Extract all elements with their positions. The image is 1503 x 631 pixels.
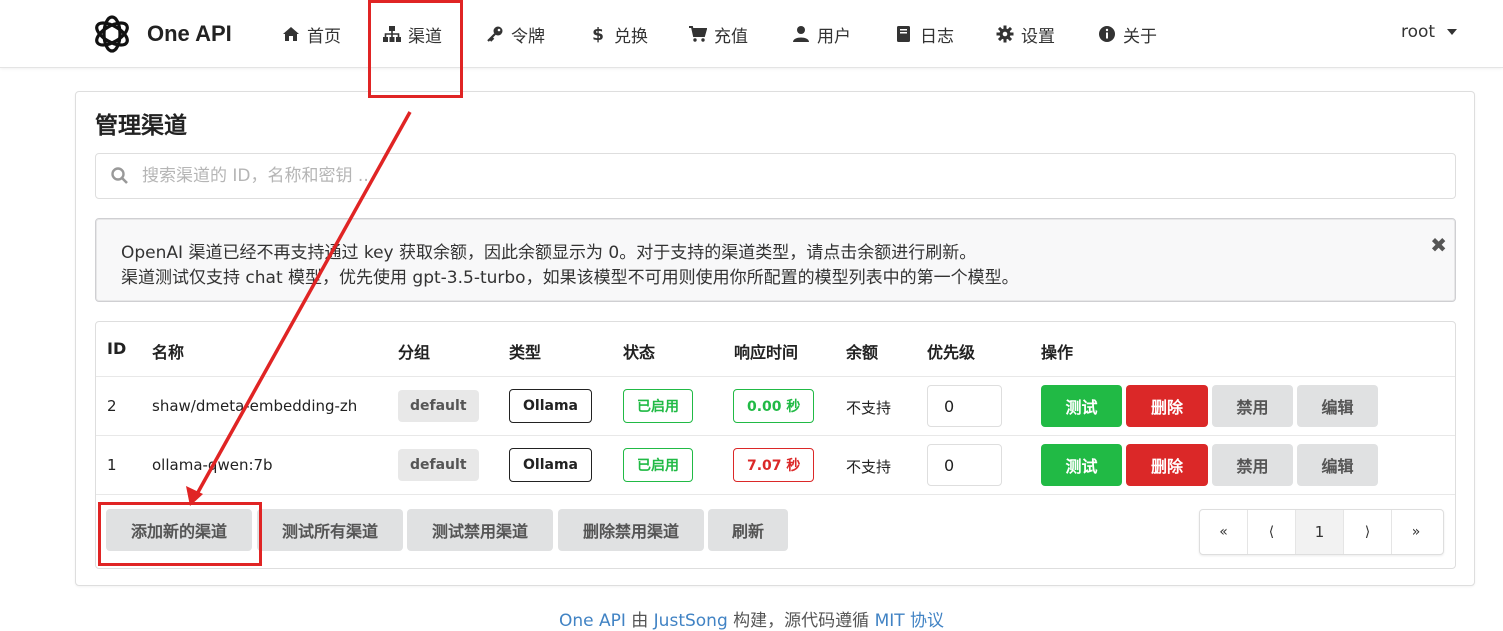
cell-id: 1 bbox=[107, 456, 117, 474]
disable-button[interactable]: 禁用 bbox=[1212, 444, 1293, 486]
cart-icon bbox=[689, 26, 707, 42]
search-box bbox=[95, 153, 1456, 199]
nav-item-home[interactable]: 首页 bbox=[282, 20, 341, 48]
key-icon bbox=[487, 26, 503, 42]
group-label: default bbox=[398, 390, 479, 422]
search-input[interactable] bbox=[142, 166, 1442, 186]
delete-button[interactable]: 删除 bbox=[1126, 444, 1208, 486]
channels-table: ID 名称 分组 类型 状态 响应时间 余额 优先级 操作 2 shaw/dme… bbox=[95, 321, 1456, 569]
openai-logo-icon bbox=[95, 15, 129, 53]
page-1-button[interactable]: 1 bbox=[1296, 510, 1344, 554]
edit-button[interactable]: 编辑 bbox=[1297, 444, 1378, 486]
search-icon bbox=[111, 167, 128, 184]
nav-item-topup[interactable]: 充值 bbox=[689, 20, 748, 48]
last-page-button[interactable]: » bbox=[1392, 510, 1440, 554]
pagination: « ⟨ 1 ⟩ » bbox=[1199, 509, 1444, 555]
type-label: Ollama bbox=[509, 389, 592, 423]
cell-name: shaw/dmeta-embedding-zh bbox=[152, 397, 358, 415]
nav-item-users[interactable]: 用户 bbox=[792, 20, 851, 48]
column-header-id[interactable]: ID bbox=[107, 339, 126, 358]
nav-label: 首页 bbox=[307, 26, 341, 47]
user-icon bbox=[793, 26, 809, 42]
group-label: default bbox=[398, 449, 479, 481]
channel-management-card: 管理渠道 OpenAI 渠道已经不再支持通过 key 获取余额，因此余额显示为 … bbox=[75, 91, 1475, 586]
svg-text:$: $ bbox=[592, 25, 604, 43]
table-row: 1 ollama-qwen:7b default Ollama 已启用 7.07… bbox=[96, 435, 1455, 494]
nav-item-redeem[interactable]: $ 兑换 bbox=[589, 20, 648, 48]
notice-line-2: 渠道测试仅支持 chat 模型，优先使用 gpt-3.5-turbo，如果该模型… bbox=[121, 268, 1019, 288]
nav-label: 兑换 bbox=[614, 26, 648, 47]
prev-page-button[interactable]: ⟨ bbox=[1248, 510, 1296, 554]
nav-label: 令牌 bbox=[511, 26, 545, 47]
first-page-button[interactable]: « bbox=[1200, 510, 1248, 554]
refresh-button[interactable]: 刷新 bbox=[708, 509, 788, 551]
test-all-channels-button[interactable]: 测试所有渠道 bbox=[257, 509, 403, 551]
priority-input[interactable] bbox=[927, 385, 1002, 427]
column-header-actions: 操作 bbox=[1041, 343, 1074, 362]
page-title: 管理渠道 bbox=[95, 113, 187, 139]
close-icon[interactable]: ✖ bbox=[1430, 233, 1447, 257]
type-label: Ollama bbox=[509, 448, 592, 482]
nav-item-settings[interactable]: 设置 bbox=[996, 20, 1055, 48]
footer-link-license[interactable]: MIT 协议 bbox=[875, 611, 944, 631]
footer-text: 构建，源代码遵循 bbox=[727, 611, 875, 631]
nav-item-about[interactable]: 关于 bbox=[1098, 20, 1157, 48]
add-channel-button[interactable]: 添加新的渠道 bbox=[106, 509, 252, 551]
top-navbar: One API 首页 渠道 令牌 $ 兑换 充值 用户 日志 设置 关于 roo… bbox=[0, 0, 1503, 68]
test-button[interactable]: 测试 bbox=[1041, 385, 1122, 427]
priority-input[interactable] bbox=[927, 444, 1002, 486]
chevron-down-icon bbox=[1447, 29, 1458, 35]
column-header-name[interactable]: 名称 bbox=[152, 339, 184, 363]
footer-text: 由 bbox=[625, 611, 654, 631]
brand-name: One API bbox=[147, 21, 232, 46]
info-message: OpenAI 渠道已经不再支持通过 key 获取余额，因此余额显示为 0。对于支… bbox=[95, 218, 1456, 302]
nav-label: 渠道 bbox=[408, 26, 442, 47]
column-header-status[interactable]: 状态 bbox=[623, 339, 655, 363]
home-icon bbox=[283, 27, 299, 41]
footer-link-one-api[interactable]: One API bbox=[559, 611, 626, 631]
info-icon bbox=[1099, 26, 1115, 42]
status-badge: 已启用 bbox=[623, 448, 693, 482]
nav-label: 日志 bbox=[920, 26, 954, 47]
user-menu[interactable]: root bbox=[1401, 22, 1458, 42]
response-time-badge[interactable]: 0.00 秒 bbox=[733, 389, 815, 423]
delete-button[interactable]: 删除 bbox=[1126, 385, 1208, 427]
gear-icon bbox=[996, 25, 1014, 43]
nav-label: 充值 bbox=[714, 26, 748, 47]
table-row: 2 shaw/dmeta-embedding-zh default Ollama… bbox=[96, 376, 1455, 435]
cell-balance[interactable]: 不支持 bbox=[846, 456, 891, 477]
nav-label: 关于 bbox=[1123, 26, 1157, 47]
nav-label: 用户 bbox=[817, 26, 851, 47]
status-badge: 已启用 bbox=[623, 389, 693, 423]
notice-line-1: OpenAI 渠道已经不再支持通过 key 获取余额，因此余额显示为 0。对于支… bbox=[121, 243, 977, 263]
test-disabled-channels-button[interactable]: 测试禁用渠道 bbox=[407, 509, 553, 551]
nav-item-tokens[interactable]: 令牌 bbox=[486, 20, 545, 48]
column-header-group[interactable]: 分组 bbox=[398, 339, 430, 363]
disable-button[interactable]: 禁用 bbox=[1212, 385, 1293, 427]
cell-name: ollama-qwen:7b bbox=[152, 456, 273, 474]
column-header-type[interactable]: 类型 bbox=[509, 339, 541, 363]
cell-id: 2 bbox=[107, 397, 117, 415]
edit-button[interactable]: 编辑 bbox=[1297, 385, 1378, 427]
delete-disabled-channels-button[interactable]: 删除禁用渠道 bbox=[558, 509, 704, 551]
column-header-balance[interactable]: 余额 bbox=[846, 339, 878, 363]
test-button[interactable]: 测试 bbox=[1041, 444, 1122, 486]
column-header-response-time[interactable]: 响应时间 bbox=[734, 339, 798, 363]
dollar-icon: $ bbox=[592, 25, 604, 43]
sitemap-icon bbox=[383, 26, 401, 42]
column-header-priority[interactable]: 优先级 bbox=[927, 339, 975, 363]
nav-item-logs[interactable]: 日志 bbox=[895, 20, 954, 48]
user-name: root bbox=[1401, 22, 1436, 42]
book-icon bbox=[897, 26, 910, 42]
next-page-button[interactable]: ⟩ bbox=[1344, 510, 1392, 554]
response-time-badge[interactable]: 7.07 秒 bbox=[733, 448, 815, 482]
cell-balance[interactable]: 不支持 bbox=[846, 397, 891, 418]
nav-label: 设置 bbox=[1021, 26, 1055, 47]
brand[interactable]: One API bbox=[89, 11, 232, 57]
nav-item-channels[interactable]: 渠道 bbox=[383, 20, 442, 48]
footer-link-author[interactable]: JustSong bbox=[654, 611, 728, 631]
